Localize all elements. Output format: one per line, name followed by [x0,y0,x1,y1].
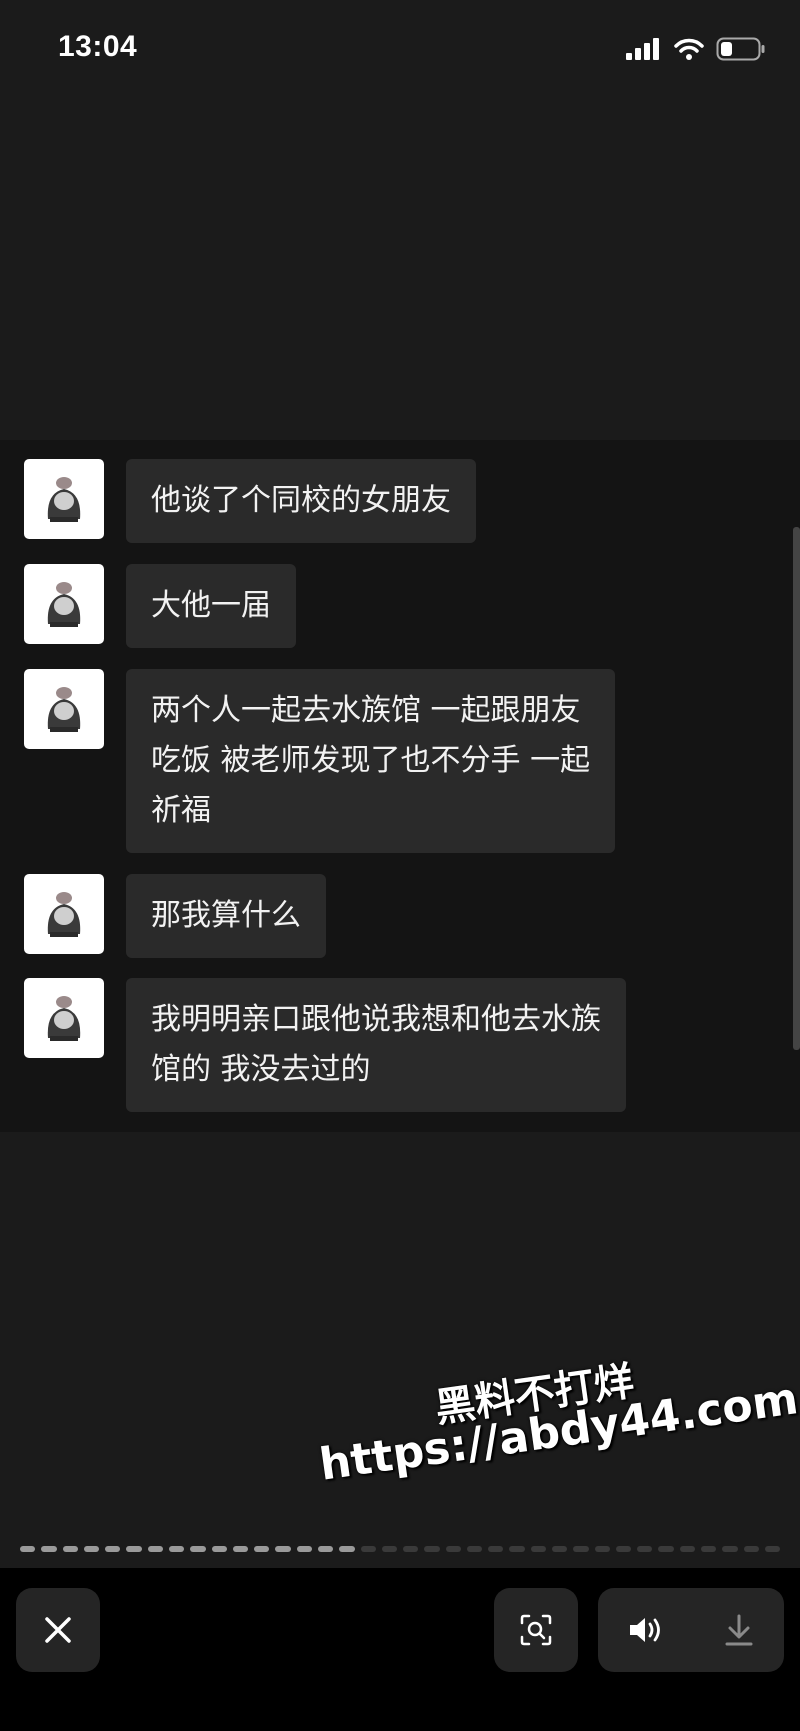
message-line: 祈福 [151,793,211,828]
progress-segment [62,1546,78,1552]
progress-segment [211,1546,227,1552]
message-bubble: 我明明亲口跟他说我想和他去水族 馆的 我没去过的 [126,978,626,1112]
scroll-indicator [793,527,800,1050]
progress-segment [147,1546,163,1552]
battery-icon [716,37,765,61]
avatar [24,564,104,644]
progress-segment [615,1546,632,1552]
message-line: 吃饭 被老师发现了也不分手 一起 [151,743,591,778]
avatar [24,874,104,954]
progress-segment [168,1546,185,1552]
chat-message: 大他一届 [24,564,296,648]
chat-message: 那我算什么 [24,874,326,958]
progress-segment [445,1546,461,1552]
avatar [24,669,104,749]
message-line: 那我算什么 [151,898,301,933]
media-controls [598,1588,784,1672]
progress-segment [466,1546,483,1552]
progress-segment [637,1546,653,1552]
message-bubble: 那我算什么 [126,874,326,958]
message-line: 他谈了个同校的女朋友 [151,483,451,518]
avatar-figure-icon [47,582,81,627]
visual-lookup-icon [520,1614,552,1646]
progress-segment [126,1546,142,1552]
progress-segment [679,1546,695,1552]
avatar [24,978,104,1058]
message-line: 两个人一起去水族馆 一起跟朋友 [151,693,581,728]
avatar-figure-icon [47,687,81,732]
download-icon[interactable] [723,1613,755,1647]
chat-message: 他谈了个同校的女朋友 [24,459,476,543]
progress-segment [552,1546,568,1552]
progress-segment [764,1546,781,1552]
progress-segment [381,1546,398,1552]
progress-segment [424,1546,440,1552]
progress-segment [83,1546,100,1552]
progress-segment [594,1546,610,1552]
progress-segment [105,1546,121,1552]
chat-message: 我明明亲口跟他说我想和他去水族 馆的 我没去过的 [24,978,626,1112]
progress-segment [20,1546,36,1552]
avatar-figure-icon [47,892,81,937]
progress-segment [232,1546,249,1552]
progress-segment [530,1546,547,1552]
close-button[interactable] [16,1588,100,1672]
message-bubble: 他谈了个同校的女朋友 [126,459,476,543]
status-time: 13:04 [58,30,138,63]
avatar-figure-icon [47,996,81,1041]
status-icons [626,34,766,64]
visual-lookup-button[interactable] [494,1588,578,1672]
progress-segment [317,1546,334,1552]
bottom-toolbar [0,1568,800,1731]
progress-segment [275,1546,291,1552]
avatar-figure-icon [47,477,81,522]
progress-segment [509,1546,525,1552]
message-line: 大他一届 [151,588,271,623]
progress-segment [254,1546,270,1552]
message-bubble: 两个人一起去水族馆 一起跟朋友 吃饭 被老师发现了也不分手 一起 祈福 [126,669,616,853]
message-bubble: 大他一届 [126,564,296,648]
story-progress-bar [20,1546,781,1552]
progress-segment [339,1546,355,1552]
progress-segment [722,1546,738,1552]
chat-message: 两个人一起去水族馆 一起跟朋友 吃饭 被老师发现了也不分手 一起 祈福 [24,669,616,853]
avatar [24,459,104,539]
cellular-signal-icon [626,38,659,60]
wifi-icon [674,38,704,60]
progress-segment [190,1546,206,1552]
progress-segment [360,1546,376,1552]
progress-segment [296,1546,312,1552]
progress-segment [488,1546,504,1552]
progress-segment [658,1546,674,1552]
progress-segment [573,1546,589,1552]
close-icon [45,1617,71,1643]
progress-segment [41,1546,57,1552]
speaker-icon[interactable] [627,1615,665,1645]
progress-segment [701,1546,717,1552]
progress-segment [743,1546,759,1552]
message-line: 馆的 我没去过的 [151,1052,371,1087]
progress-segment [403,1546,419,1552]
message-line: 我明明亲口跟他说我想和他去水族 [151,1002,601,1037]
status-bar: 13:04 [0,0,800,96]
